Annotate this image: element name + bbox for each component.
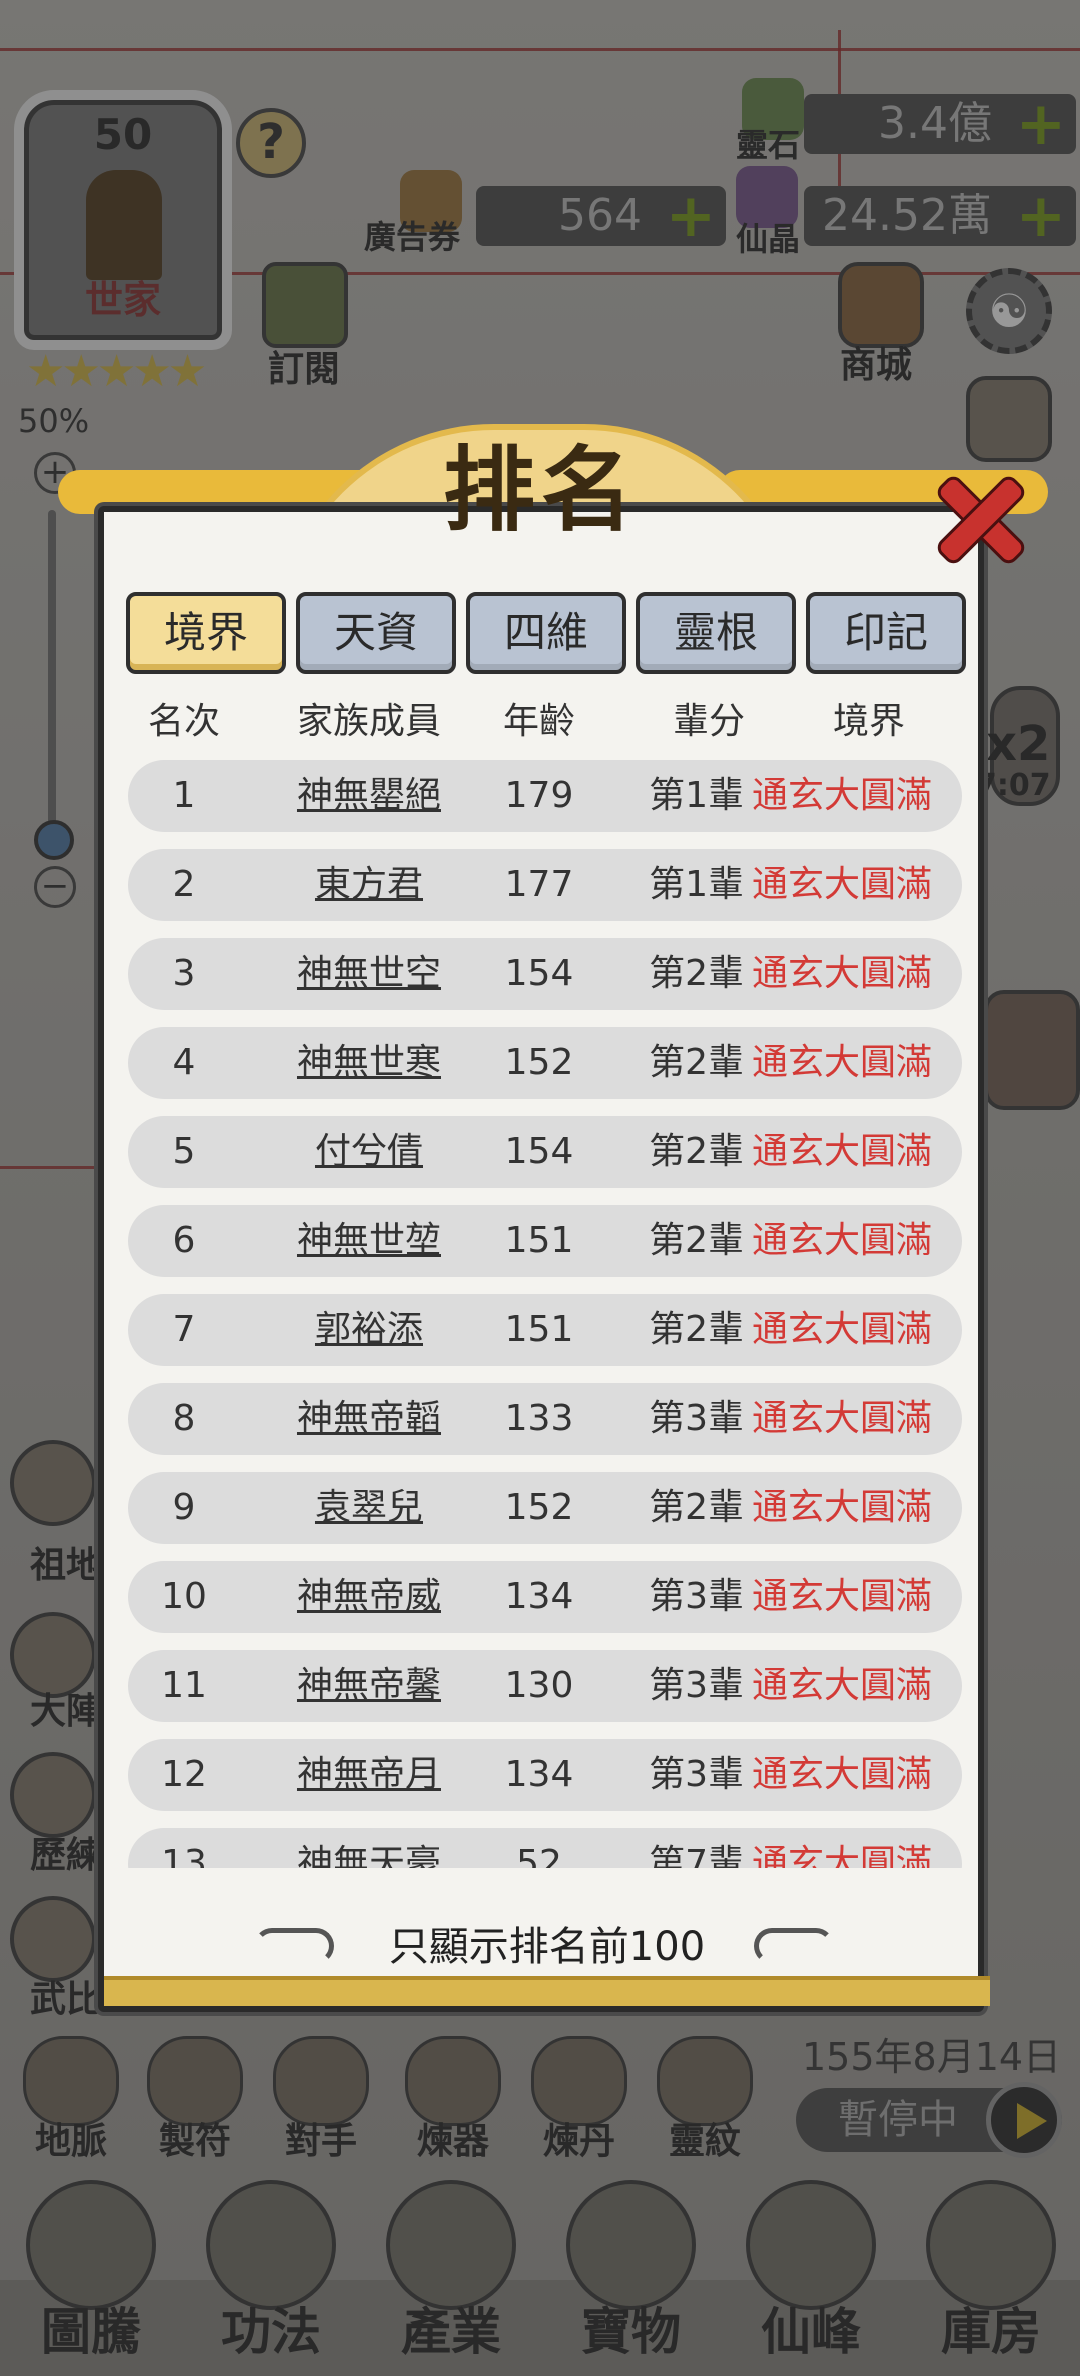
table-header: 名次 家族成員 年齡 輩分 境界 <box>104 692 990 752</box>
age-cell: 154 <box>504 953 574 994</box>
rank-cell: 11 <box>161 1665 207 1706</box>
age-cell: 52 <box>516 1843 562 1868</box>
generation-cell: 第3輩 <box>649 1665 744 1706</box>
rank-cell: 10 <box>161 1576 207 1617</box>
table-row[interactable]: 2 東方君 177 第1輩 通玄大圓滿 <box>128 849 962 921</box>
realm-cell: 通玄大圓滿 <box>752 1042 933 1083</box>
table-row[interactable]: 6 神無世堃 151 第2輩 通玄大圓滿 <box>128 1205 962 1277</box>
table-row[interactable]: 8 神無帝韜 133 第3輩 通玄大圓滿 <box>128 1383 962 1455</box>
table-row[interactable]: 13 神無天豪 52 第7輩 通玄大圓滿 <box>128 1828 962 1868</box>
realm-cell: 通玄大圓滿 <box>752 1398 933 1439</box>
member-name-link[interactable]: 神無世寒 <box>274 1027 464 1099</box>
generation-cell: 第2輩 <box>649 1309 744 1350</box>
table-row[interactable]: 12 神無帝月 134 第3輩 通玄大圓滿 <box>128 1739 962 1811</box>
realm-cell: 通玄大圓滿 <box>752 1487 933 1528</box>
generation-cell: 第3輩 <box>649 1398 744 1439</box>
rank-cell: 9 <box>172 1487 196 1528</box>
age-cell: 130 <box>504 1665 574 1706</box>
header-age: 年齡 <box>502 701 575 742</box>
tab-spirit-root[interactable]: 靈根 <box>636 592 796 674</box>
ranking-tabs: 境界 天資 四維 靈根 印記 <box>126 592 968 674</box>
age-cell: 134 <box>504 1754 574 1795</box>
rank-cell: 12 <box>161 1754 207 1795</box>
rank-cell: 3 <box>172 953 196 994</box>
rank-cell: 1 <box>172 775 196 816</box>
rank-cell: 6 <box>172 1220 196 1261</box>
generation-cell: 第1輩 <box>649 775 744 816</box>
table-row[interactable]: 10 神無帝威 134 第3輩 通玄大圓滿 <box>128 1561 962 1633</box>
member-name-link[interactable]: 神無帝韜 <box>274 1383 464 1455</box>
table-row[interactable]: 5 付兮倩 154 第2輩 通玄大圓滿 <box>128 1116 962 1188</box>
member-name-link[interactable]: 神無世堃 <box>274 1205 464 1277</box>
table-row[interactable]: 4 神無世寒 152 第2輩 通玄大圓滿 <box>128 1027 962 1099</box>
close-icon[interactable] <box>922 460 1034 572</box>
age-cell: 154 <box>504 1131 574 1172</box>
age-cell: 151 <box>504 1309 574 1350</box>
age-cell: 151 <box>504 1220 574 1261</box>
table-row[interactable]: 9 袁翠兒 152 第2輩 通玄大圓滿 <box>128 1472 962 1544</box>
realm-cell: 通玄大圓滿 <box>752 1665 933 1706</box>
table-row[interactable]: 11 神無帝馨 130 第3輩 通玄大圓滿 <box>128 1650 962 1722</box>
member-name-link[interactable]: 神無帝馨 <box>274 1650 464 1722</box>
rank-cell: 13 <box>161 1843 207 1868</box>
realm-cell: 通玄大圓滿 <box>752 1754 933 1795</box>
realm-cell: 通玄大圓滿 <box>752 1131 933 1172</box>
realm-cell: 通玄大圓滿 <box>752 864 933 905</box>
tab-seal[interactable]: 印記 <box>806 592 966 674</box>
generation-cell: 第2輩 <box>649 1131 744 1172</box>
tab-realm[interactable]: 境界 <box>126 592 286 674</box>
age-cell: 177 <box>504 864 574 905</box>
rank-cell: 8 <box>172 1398 196 1439</box>
age-cell: 152 <box>504 1042 574 1083</box>
ranking-panel: 境界 天資 四維 靈根 印記 名次 家族成員 年齡 輩分 境界 1 神無罌絕 179… <box>98 506 990 2012</box>
realm-cell: 通玄大圓滿 <box>752 1220 933 1261</box>
member-name-link[interactable]: 神無罌絕 <box>274 760 464 832</box>
header-member: 家族成員 <box>296 701 441 742</box>
generation-cell: 第1輩 <box>649 864 744 905</box>
member-name-link[interactable]: 付兮倩 <box>274 1116 464 1188</box>
rank-cell: 5 <box>172 1131 196 1172</box>
generation-cell: 第3輩 <box>649 1754 744 1795</box>
member-name-link[interactable]: 郭裕添 <box>274 1294 464 1366</box>
generation-cell: 第2輩 <box>649 1042 744 1083</box>
member-name-link[interactable]: 袁翠兒 <box>274 1472 464 1544</box>
realm-cell: 通玄大圓滿 <box>752 1309 933 1350</box>
generation-cell: 第2輩 <box>649 1220 744 1261</box>
member-name-link[interactable]: 神無帝威 <box>274 1561 464 1633</box>
realm-cell: 通玄大圓滿 <box>752 953 933 994</box>
generation-cell: 第3輩 <box>649 1576 744 1617</box>
tab-four-dimensions[interactable]: 四維 <box>466 592 626 674</box>
header-realm: 境界 <box>832 701 905 742</box>
ranking-footer-note: 只顯示排名前100 <box>388 1924 706 1970</box>
panel-bottom-band <box>104 1976 990 2006</box>
member-name-link[interactable]: 神無世空 <box>274 938 464 1010</box>
header-rank: 名次 <box>147 701 220 742</box>
member-name-link[interactable]: 東方君 <box>274 849 464 921</box>
table-row[interactable]: 7 郭裕添 151 第2輩 通玄大圓滿 <box>128 1294 962 1366</box>
rank-cell: 4 <box>172 1042 196 1083</box>
generation-cell: 第2輩 <box>649 953 744 994</box>
table-row[interactable]: 1 神無罌絕 179 第1輩 通玄大圓滿 <box>128 760 962 832</box>
age-cell: 179 <box>504 775 574 816</box>
realm-cell: 通玄大圓滿 <box>752 1843 933 1868</box>
rank-cell: 2 <box>172 864 196 905</box>
age-cell: 134 <box>504 1576 574 1617</box>
generation-cell: 第2輩 <box>649 1487 744 1528</box>
age-cell: 133 <box>504 1398 574 1439</box>
realm-cell: 通玄大圓滿 <box>752 775 933 816</box>
ranking-list[interactable]: 1 神無罌絕 179 第1輩 通玄大圓滿 2 東方君 177 第1輩 通玄大圓滿 3 神無世空 154 第… <box>104 752 990 1868</box>
ranking-dialog: 境界 天資 四維 靈根 印記 名次 家族成員 年齡 輩分 境界 1 神無罌絕 179… <box>58 424 1048 2020</box>
member-name-link[interactable]: 神無天豪 <box>274 1828 464 1868</box>
age-cell: 152 <box>504 1487 574 1528</box>
rank-cell: 7 <box>172 1309 196 1350</box>
member-name-link[interactable]: 神無帝月 <box>274 1739 464 1811</box>
tab-talent[interactable]: 天資 <box>296 592 456 674</box>
dialog-title: 排名 <box>442 437 639 544</box>
table-row[interactable]: 3 神無世空 154 第2輩 通玄大圓滿 <box>128 938 962 1010</box>
generation-cell: 第7輩 <box>649 1843 744 1868</box>
realm-cell: 通玄大圓滿 <box>752 1576 933 1617</box>
